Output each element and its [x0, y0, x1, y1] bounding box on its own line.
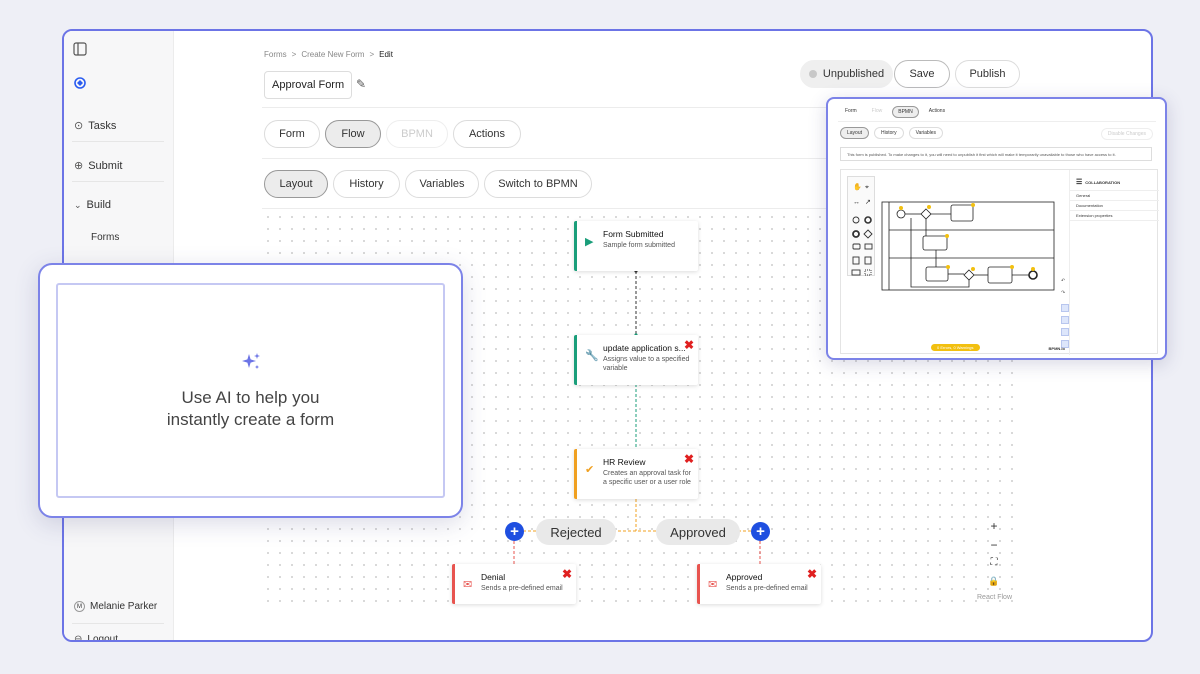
preview-tab-actions: Actions [928, 108, 946, 114]
preview-tab-bpmn: BPMN [892, 106, 919, 118]
sidebar-divider [72, 181, 164, 182]
zoom-control-icon [1061, 304, 1069, 312]
bpmn-palette: ✋ ⌖ ↔ ↗ [847, 176, 875, 276]
preview-subtab-history: History [874, 127, 904, 139]
tab-flow[interactable]: Flow [325, 120, 381, 148]
bpmn-undo-controls: ↶ ↷ [1061, 278, 1067, 296]
sidebar-divider [72, 141, 164, 142]
flow-node-approved[interactable]: ✉ ✖ Approved Sends a pre-defined email [697, 564, 821, 604]
bpmn-error-badge: 0 Errors, 0 Warnings [931, 344, 980, 351]
add-rejected-step-button[interactable]: + [505, 522, 524, 541]
preview-subtab-layout: Layout [840, 127, 870, 139]
bpmn-zoom-controls [1061, 304, 1069, 348]
delete-node-icon[interactable]: ✖ [684, 338, 694, 352]
sidebar-toggle-icon[interactable] [73, 42, 87, 56]
chevron-down-icon: ⌄ [74, 199, 82, 210]
preview-notice: This form is published. To make changes … [840, 147, 1152, 161]
flow-node-form-submitted[interactable]: ▶ Form Submitted Sample form submitted [574, 221, 698, 271]
delete-node-icon[interactable]: ✖ [684, 452, 694, 466]
arrow-up-circle-icon: ⊕ [74, 160, 84, 172]
pencil-icon[interactable]: ✎ [356, 77, 366, 91]
subtab-variables[interactable]: Variables [405, 170, 479, 198]
bpmn-preview-subtabs: Layout History Variables [840, 127, 944, 139]
bpmn-palette-icons: ✋ ⌖ ↔ ↗ [851, 182, 873, 276]
zoom-in-button[interactable]: + [986, 519, 1002, 535]
flow-connectors [513, 269, 761, 569]
tab-form[interactable]: Form [264, 120, 320, 148]
bpmn-diagram [881, 201, 1055, 291]
subtab-switch-to-bpmn[interactable]: Switch to BPMN [484, 170, 592, 198]
preview-modeler: ✋ ⌖ ↔ ↗ ☰ COLLABORATION General Document… [840, 169, 1159, 355]
zoom-control-icon [1061, 316, 1069, 324]
logout-icon: ⊖ [74, 634, 83, 642]
zoom-out-button[interactable]: − [986, 538, 1002, 554]
svg-text:⌖: ⌖ [865, 184, 869, 191]
add-approved-step-button[interactable]: + [751, 522, 770, 541]
avatar: M [74, 601, 85, 612]
form-title-field[interactable]: Approval Form [264, 71, 353, 99]
ai-assist-text: Use AI to help you instantly create a fo… [166, 387, 335, 429]
collaboration-icon: ☰ [1076, 179, 1083, 186]
bpmn-preview-card: Form Flow BPMN Actions Layout History Va… [826, 97, 1167, 360]
wrench-icon: 🔧 [585, 350, 599, 362]
sidebar-user[interactable]: M Melanie Parker [74, 601, 164, 612]
branch-label-approved: Approved [656, 519, 740, 545]
undo-icon: ↶ [1061, 278, 1066, 284]
preview-disable-changes-button: Disable Changes [1100, 128, 1153, 140]
mail-icon: ✉ [708, 579, 718, 591]
panel-row-extension-properties: Extension properties [1070, 210, 1159, 221]
tab-bpmn: BPMN [386, 120, 448, 148]
preview-tab-form: Form [845, 108, 857, 114]
branch-label-rejected: Rejected [536, 519, 616, 545]
logo-icon[interactable] [73, 76, 87, 90]
flow-node-denial[interactable]: ✉ ✖ Denial Sends a pre-defined email [452, 564, 576, 604]
mail-icon: ✉ [463, 579, 473, 591]
subtab-layout[interactable]: Layout [264, 170, 328, 198]
sidebar-item-forms[interactable]: Forms [91, 232, 181, 243]
preview-subtab-variables: Variables [908, 127, 944, 139]
bpmn-preview-tabs: Form Flow BPMN Actions [840, 106, 950, 118]
play-circle-icon: ▶ [585, 236, 594, 248]
fit-view-button[interactable]: ⛶ [986, 557, 1002, 573]
svg-text:↗: ↗ [865, 199, 871, 206]
publish-button[interactable]: Publish [955, 60, 1020, 88]
tab-actions[interactable]: Actions [453, 120, 521, 148]
panel-row-documentation: Documentation [1070, 200, 1159, 210]
breadcrumb: Forms > Create New Form > Edit [264, 50, 393, 59]
breadcrumb-forms[interactable]: Forms [264, 50, 287, 59]
flow-node-update-application[interactable]: 🔧 ✖ update application s... Assigns valu… [574, 335, 698, 385]
sidebar-item-submit[interactable]: ⊕ Submit [74, 159, 164, 173]
sidebar-item-tasks[interactable]: ⊙ Tasks [74, 119, 164, 133]
panel-row-general: General [1070, 190, 1159, 200]
breadcrumb-edit: Edit [379, 50, 393, 59]
ai-assist-inner: Use AI to help you instantly create a fo… [56, 283, 445, 498]
breadcrumb-create-new-form[interactable]: Create New Form [301, 50, 364, 59]
panel-title: ☰ COLLABORATION [1076, 179, 1121, 186]
save-button[interactable]: Save [894, 60, 950, 88]
react-flow-attribution[interactable]: React Flow [977, 594, 1012, 601]
subtab-history[interactable]: History [333, 170, 400, 198]
lock-button[interactable]: 🔒 [986, 576, 1002, 592]
flow-node-hr-review[interactable]: ✔ ✖ HR Review Creates an approval task f… [574, 449, 698, 499]
zoom-control-icon [1061, 328, 1069, 336]
status-badge: Unpublished [800, 60, 893, 88]
status-dot [808, 70, 817, 78]
sparkles-icon [241, 352, 260, 369]
svg-text:↔: ↔ [853, 199, 860, 206]
preview-tab-flow: Flow [871, 108, 883, 114]
bpmn-io-logo: BPMN.io [1048, 346, 1065, 351]
bpmn-properties-panel: ☰ COLLABORATION General Documentation Ex… [1069, 170, 1159, 355]
sidebar-item-build[interactable]: ⌄ Build [74, 199, 164, 211]
check-circle-icon: ✔ [585, 464, 595, 476]
preview-divider [838, 121, 1156, 122]
delete-node-icon[interactable]: ✖ [807, 567, 817, 581]
check-circle-icon: ⊙ [74, 120, 84, 132]
delete-node-icon[interactable]: ✖ [562, 567, 572, 581]
redo-icon: ↷ [1061, 290, 1066, 296]
svg-text:✋: ✋ [853, 182, 862, 191]
logout-button[interactable]: ⊖ Logout [74, 634, 164, 642]
ai-assist-card[interactable]: Use AI to help you instantly create a fo… [38, 263, 463, 518]
sidebar-divider [72, 623, 164, 624]
